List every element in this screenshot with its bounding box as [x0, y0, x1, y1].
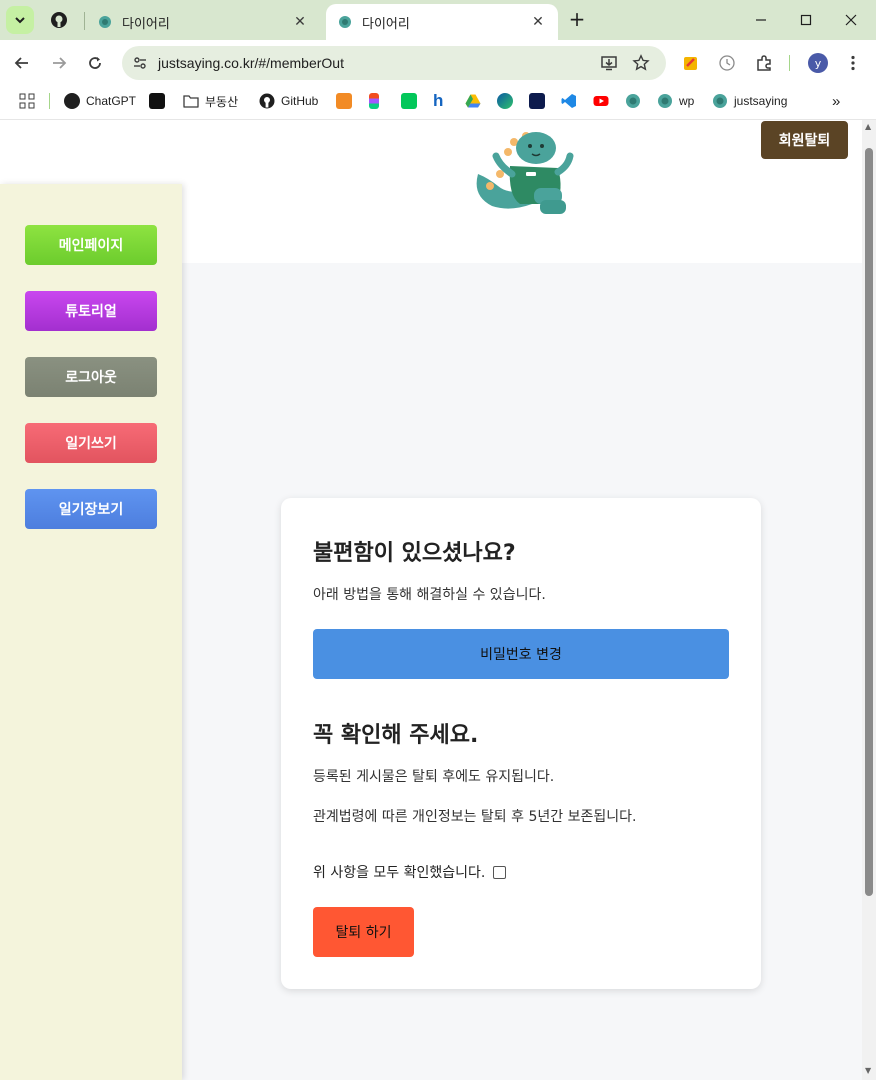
bookmark-naver[interactable]: [401, 91, 423, 111]
sidebar-item-tutorial[interactable]: 튜토리얼: [25, 291, 157, 331]
sidebar-item-write-diary[interactable]: 일기쓰기: [25, 423, 157, 463]
timer-extension-icon[interactable]: [718, 54, 736, 72]
bookmark-label: justsaying: [734, 94, 788, 108]
install-app-icon[interactable]: [600, 54, 618, 72]
confirm-checkbox[interactable]: [493, 865, 507, 879]
bookmark-h[interactable]: h: [433, 91, 443, 111]
leave-button[interactable]: 탈퇴 하기: [313, 907, 414, 957]
bookmark-divider: [49, 93, 50, 109]
bookmark-overflow-button[interactable]: »: [832, 91, 840, 111]
h-icon: h: [433, 91, 444, 110]
sidebar-item-main-page[interactable]: 메인페이지: [25, 225, 157, 265]
extensions-icon[interactable]: [755, 54, 773, 72]
reload-icon[interactable]: [83, 51, 107, 75]
chatgpt-icon: [64, 93, 80, 109]
notice-posts-retained: 등록된 게시물은 탈퇴 후에도 유지됩니다.: [313, 769, 555, 785]
page-scrollbar[interactable]: ▲ ▼: [862, 120, 876, 1080]
bookmark-label: wp: [679, 94, 695, 108]
tab-favicon: [99, 16, 111, 28]
bookmark-k[interactable]: [529, 91, 551, 111]
browser-tab-bar: 다이어리 ✕ 다이어리 ✕ +: [0, 0, 876, 40]
bookmark-orange[interactable]: [336, 91, 358, 111]
google-drive-icon: [465, 94, 481, 108]
scroll-down-arrow-icon[interactable]: ▼: [865, 1066, 871, 1075]
bookmark-youtube[interactable]: [593, 91, 615, 111]
bookmark-figma[interactable]: [369, 91, 385, 111]
bookmark-edge[interactable]: [497, 91, 519, 111]
notice-personal-info-retained: 관계법령에 따른 개인정보는 탈퇴 후 5년간 보존됩니다.: [313, 809, 637, 825]
profile-avatar[interactable]: y: [808, 53, 828, 73]
bookmark-label: 부동산: [205, 94, 239, 109]
minimize-icon[interactable]: [744, 6, 778, 34]
back-icon[interactable]: [10, 51, 34, 75]
bookmark-diary[interactable]: [625, 91, 647, 111]
bookmark-folder-realestate[interactable]: 부동산: [183, 91, 238, 111]
apps-grid-icon[interactable]: [19, 91, 35, 111]
tab-active[interactable]: 다이어리 ✕: [326, 4, 558, 40]
tab-title: 다이어리: [122, 16, 170, 32]
maximize-icon[interactable]: [789, 6, 823, 34]
github-icon[interactable]: [48, 9, 70, 31]
orange-app-icon: [336, 93, 352, 109]
youtube-icon: [593, 96, 609, 106]
sidebar-item-logout[interactable]: 로그아웃: [25, 357, 157, 397]
dinosaur-mascot-logo[interactable]: [470, 126, 574, 218]
sidebar: 메인페이지 튜토리얼 로그아웃 일기쓰기 일기장보기: [0, 184, 182, 1080]
scroll-up-arrow-icon[interactable]: ▲: [865, 122, 871, 131]
heading-inconvenience: 불편함이 있으셨나요?: [313, 541, 516, 566]
bookmark-drive[interactable]: [465, 91, 487, 111]
k-icon: [529, 93, 545, 109]
github-icon: [259, 93, 275, 109]
site-favicon-icon: [713, 94, 727, 108]
bookmark-wp[interactable]: wp: [657, 91, 694, 111]
page-viewport: 회원탈퇴 메인페이지 튜토리얼 로그아웃 일기쓰기 일기장보기 불편함이 있으셨…: [0, 120, 862, 1080]
confirm-label: 위 사항을 모두 확인했습니다.: [313, 865, 486, 881]
new-tab-button[interactable]: +: [566, 8, 588, 30]
bookmark-justsaying[interactable]: justsaying: [712, 91, 787, 111]
tab-inactive[interactable]: 다이어리 ✕: [86, 4, 320, 40]
close-icon[interactable]: [834, 6, 868, 34]
edge-icon: [497, 93, 513, 109]
folder-icon: [183, 95, 199, 108]
bookmark-github[interactable]: GitHub: [259, 91, 318, 111]
naver-icon: [401, 93, 417, 109]
url-text: justsaying.co.kr/#/memberOut: [158, 55, 344, 71]
bookmark-label: GitHub: [281, 94, 319, 108]
site-info-icon[interactable]: [132, 55, 148, 71]
bookmark-label: ChatGPT: [86, 94, 137, 108]
address-bar[interactable]: justsaying.co.kr/#/memberOut: [122, 46, 666, 80]
browser-toolbar: justsaying.co.kr/#/memberOut y: [0, 40, 876, 86]
bookmark-star-icon[interactable]: [632, 54, 650, 72]
forward-icon[interactable]: [47, 51, 71, 75]
bookmarks-bar: ChatGPT 부동산 GitHub h wp justsaying »: [0, 86, 876, 116]
close-tab-icon[interactable]: ✕: [530, 14, 546, 30]
ff-icon: [149, 93, 165, 109]
tab-title: 다이어리: [362, 16, 410, 32]
site-favicon-icon: [658, 94, 672, 108]
menu-icon[interactable]: [844, 54, 862, 72]
sidebar-item-view-diary[interactable]: 일기장보기: [25, 489, 157, 529]
bookmark-ff[interactable]: [149, 91, 171, 111]
change-password-button[interactable]: 비밀번호 변경: [313, 629, 729, 679]
resolve-description: 아래 방법을 통해 해결하실 수 있습니다.: [313, 587, 546, 603]
confirm-row: 위 사항을 모두 확인했습니다.: [313, 862, 507, 882]
tab-separator: [84, 12, 85, 30]
withdraw-card: 불편함이 있으셨나요? 아래 방법을 통해 해결하실 수 있습니다. 비밀번호 …: [281, 498, 761, 989]
vscode-icon: [561, 94, 576, 108]
bookmark-chatgpt[interactable]: ChatGPT: [64, 91, 136, 111]
bookmark-vscode[interactable]: [561, 91, 583, 111]
withdraw-member-button[interactable]: 회원탈퇴: [761, 121, 848, 159]
toolbar-divider: [789, 55, 790, 71]
tab-favicon: [339, 16, 351, 28]
close-tab-icon[interactable]: ✕: [292, 14, 308, 30]
notes-extension-icon[interactable]: [682, 54, 700, 72]
scrollbar-thumb[interactable]: [865, 148, 873, 896]
figma-icon: [369, 93, 379, 109]
site-favicon-icon: [626, 94, 640, 108]
tab-list-icon[interactable]: [6, 6, 34, 34]
heading-please-check: 꼭 확인해 주세요.: [313, 723, 479, 748]
